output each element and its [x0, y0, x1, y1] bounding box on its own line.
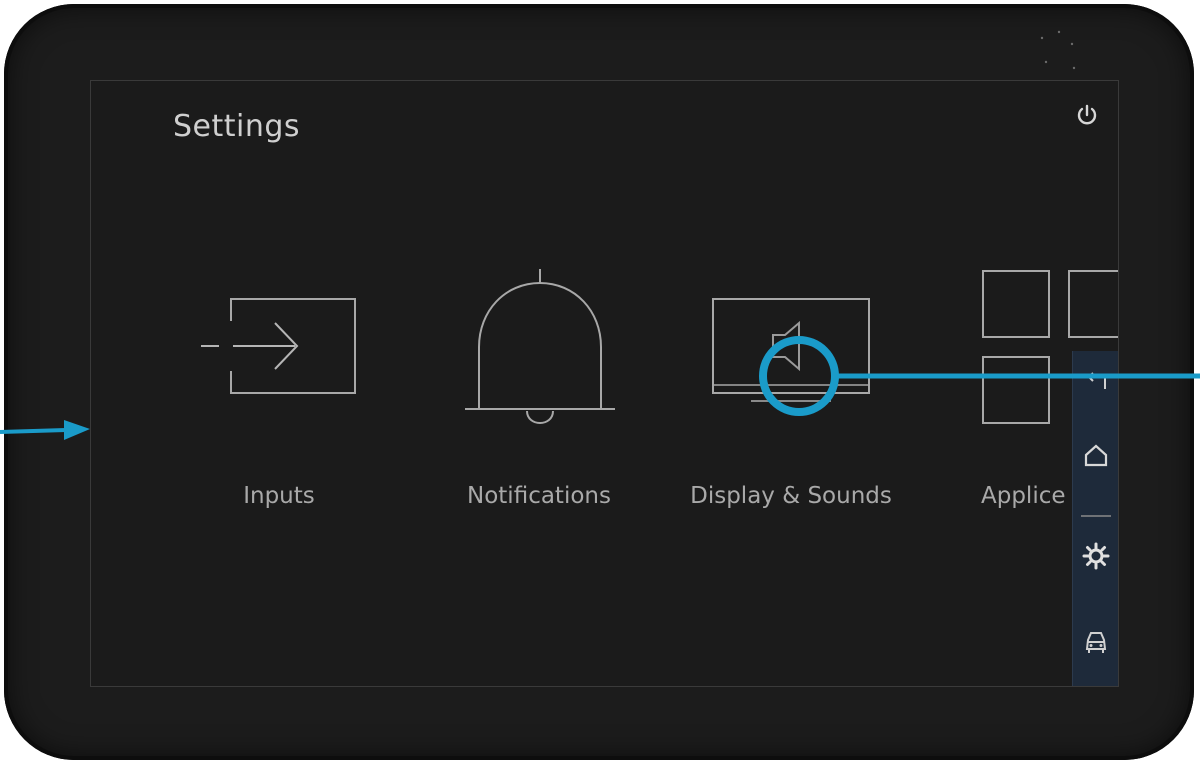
tile-inputs-label: Inputs: [243, 483, 315, 509]
bell-icon: [465, 269, 615, 424]
tile-display-sounds-label: Display & Sounds: [690, 483, 892, 509]
tile-display-sounds[interactable]: Display & Sounds: [690, 261, 892, 511]
divider-line: [1081, 515, 1111, 517]
tile-applications-label: Applice: [981, 483, 1066, 509]
display-sound-icon: [712, 298, 870, 402]
settings-screen: Settings Inputs Notifications Display & …: [90, 80, 1119, 687]
tile-notifications[interactable]: Notifications: [439, 261, 639, 511]
sensor-dots: [1040, 30, 1076, 70]
home-icon[interactable]: [1081, 441, 1111, 471]
side-dock: [1072, 351, 1118, 686]
car-icon[interactable]: [1081, 627, 1111, 657]
tile-inputs[interactable]: Inputs: [179, 261, 379, 511]
page-title: Settings: [173, 109, 301, 144]
back-icon[interactable]: [1081, 367, 1111, 397]
input-icon: [201, 298, 356, 394]
gear-icon[interactable]: [1081, 541, 1111, 571]
callout-figure: Settings Inputs Notifications Display & …: [0, 0, 1200, 766]
tile-notifications-label: Notifications: [467, 483, 611, 509]
power-icon[interactable]: [1073, 101, 1101, 129]
